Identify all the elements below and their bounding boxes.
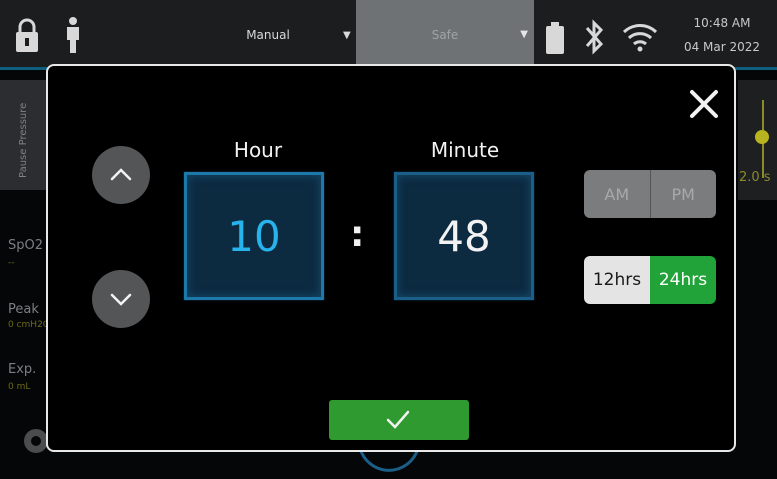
lock-icon[interactable] bbox=[14, 18, 40, 54]
time-format-toggle: 12hrs 24hrs bbox=[584, 256, 716, 304]
confirm-button[interactable] bbox=[329, 400, 469, 440]
mode-select[interactable]: Manual bbox=[218, 28, 318, 42]
slider-knob bbox=[755, 130, 769, 144]
time-separator: : bbox=[350, 214, 365, 255]
safety-select[interactable]: Safe ▼ bbox=[356, 0, 534, 67]
clock-date[interactable]: 04 Mar 2022 bbox=[672, 40, 772, 54]
bottom-button-outline bbox=[358, 448, 420, 472]
peak-label: Peak bbox=[8, 302, 39, 317]
spo2-value: -- bbox=[8, 258, 15, 268]
person-icon[interactable] bbox=[64, 16, 82, 54]
ventilator-screen: Manual ▼ Safe ▼ 10:48 AM 04 Mar 2022 Pau… bbox=[0, 0, 777, 479]
battery-icon bbox=[546, 22, 564, 54]
minute-label: Minute bbox=[430, 138, 500, 162]
decrement-button[interactable] bbox=[92, 270, 150, 328]
chevron-down-icon bbox=[110, 293, 132, 306]
bluetooth-icon bbox=[585, 19, 604, 55]
wifi-icon bbox=[622, 24, 658, 52]
increment-button[interactable] bbox=[92, 146, 150, 204]
time-picker-dialog: Hour Minute 10 : 48 AM PM 12hrs 24hrs bbox=[46, 64, 736, 452]
pause-pressure-label: Pause Pressure bbox=[18, 102, 29, 178]
clock-time[interactable]: 10:48 AM bbox=[672, 16, 772, 30]
peak-value: 0 cmH2O bbox=[8, 320, 50, 330]
safety-label: Safe bbox=[431, 28, 459, 42]
exp-value: 0 mL bbox=[8, 382, 31, 392]
caret-down-icon: ▼ bbox=[343, 30, 351, 41]
checkmark-icon bbox=[386, 410, 410, 429]
chevron-up-icon bbox=[110, 168, 132, 181]
status-bar: Manual ▼ Safe ▼ 10:48 AM 04 Mar 2022 bbox=[0, 0, 777, 70]
slider-value: 2.0 s bbox=[739, 170, 771, 185]
caret-down-icon: ▼ bbox=[520, 29, 528, 40]
gear-icon bbox=[24, 429, 48, 453]
close-icon[interactable] bbox=[686, 86, 722, 122]
format-12h-button[interactable]: 12hrs bbox=[584, 256, 650, 304]
pm-button[interactable]: PM bbox=[650, 170, 716, 218]
am-pm-toggle: AM PM bbox=[584, 170, 716, 218]
format-24h-button[interactable]: 24hrs bbox=[650, 256, 716, 304]
hour-field[interactable]: 10 bbox=[184, 172, 324, 300]
exp-label: Exp. bbox=[8, 362, 37, 377]
spo2-label: SpO2 bbox=[8, 238, 44, 253]
minute-field[interactable]: 48 bbox=[394, 172, 534, 300]
am-button[interactable]: AM bbox=[584, 170, 651, 218]
hour-label: Hour bbox=[233, 138, 283, 162]
